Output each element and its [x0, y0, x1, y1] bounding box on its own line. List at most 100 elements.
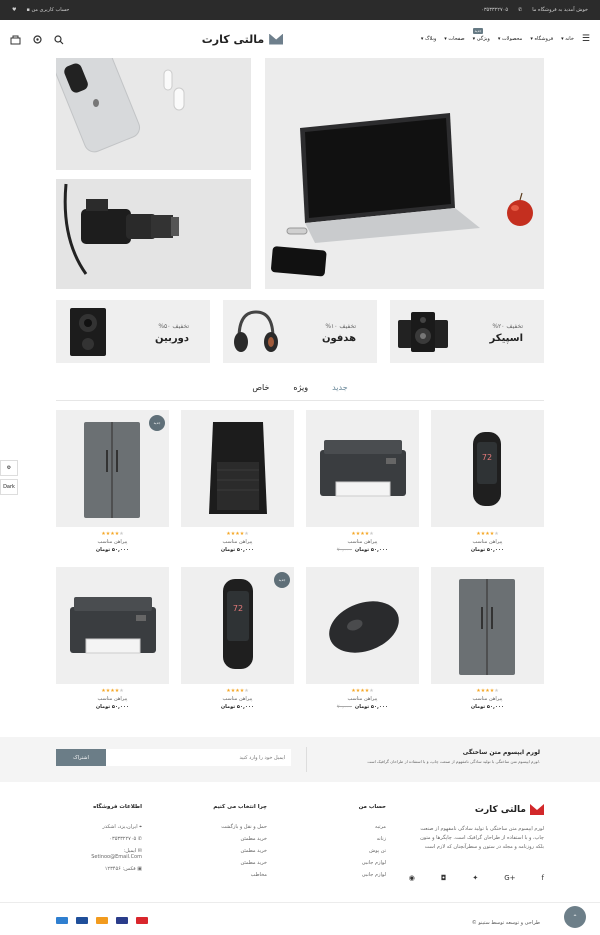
- footer-link[interactable]: مرتبه: [316, 824, 386, 830]
- rss-icon[interactable]: ◉: [409, 874, 415, 882]
- footer-link[interactable]: حمل و نقل و بازگشت: [187, 824, 267, 830]
- arrow-up-icon: ⌃: [572, 913, 578, 921]
- product-card[interactable]: 72 ★★★★★ پیراهن مناسب ۵۰,۰۰۰ تومان: [431, 410, 544, 553]
- svg-text:72: 72: [482, 453, 492, 462]
- product-card[interactable]: ★★★★★ پیراهن مناسب ۵۰,۰۰۰ تومان: [431, 567, 544, 710]
- footer-why: چرا انتخاب می کنیم حمل و نقل و بازگشت خر…: [187, 804, 267, 884]
- logo-mark-icon: [269, 33, 284, 45]
- product-title: پیراهن مناسب: [472, 696, 503, 702]
- payment-methods: [56, 917, 148, 924]
- banner-airpods[interactable]: [56, 58, 251, 170]
- scroll-to-top-button[interactable]: ⌃: [564, 906, 586, 928]
- product-title: پیراهن مناسب: [347, 539, 378, 545]
- newsletter-email-input[interactable]: [106, 749, 291, 766]
- product-card[interactable]: ★★★★★ پیراهن مناسب ۵۰,۰۰۰ تومان۷۰,۰۰۰: [306, 567, 419, 710]
- speaker-box-image: [70, 308, 106, 356]
- menu-icon[interactable]: ☰: [582, 34, 590, 44]
- newsletter: اشتراک لورم ایپسوم متن ساختگی لورم ایپسو…: [0, 737, 600, 782]
- footer-link[interactable]: مخاطب: [187, 872, 267, 878]
- product-stars: ★★★★★: [101, 688, 124, 694]
- product-image: 72 جدید: [181, 567, 294, 684]
- tab-special[interactable]: ویژه: [293, 383, 308, 400]
- product-card[interactable]: جدید ★★★★★ پیراهن مناسب ۵۰,۰۰۰ تومان: [56, 410, 169, 553]
- footer-link[interactable]: تن پوش: [316, 848, 386, 854]
- footer-address: ⌖ ایران،یزد، اشکذر: [102, 824, 142, 830]
- account-link[interactable]: ▪ حساب کاربری من: [26, 7, 69, 13]
- dark-mode-toggle[interactable]: Dark: [0, 479, 18, 495]
- footer-why-title: چرا انتخاب می کنیم: [213, 804, 267, 810]
- settings-toggle[interactable]: ⚙: [0, 460, 18, 476]
- main-nav: ☰ خانه ▾ فروشگاه ▾ محصولات ▾ جدید ویژگی ▾…: [421, 28, 590, 44]
- heart-icon[interactable]: ♥: [12, 7, 16, 13]
- product-stars: ★★★★★: [226, 688, 249, 694]
- google-plus-icon[interactable]: G+: [504, 874, 515, 882]
- product-title: پیراهن مناسب: [222, 696, 253, 702]
- camera-image: [63, 183, 179, 275]
- promo-title: هدفون: [321, 333, 356, 344]
- settings-icon[interactable]: [32, 30, 43, 49]
- product-old-price: ۷۰,۰۰۰: [336, 547, 352, 553]
- gear-icon: ⚙: [6, 465, 12, 471]
- product-card[interactable]: ★★★★★ پیراهن مناسب ۵۰,۰۰۰ تومان۷۰,۰۰۰: [306, 410, 419, 553]
- nav-item-features[interactable]: جدید ویژگی ▾: [472, 28, 490, 42]
- banner-laptop[interactable]: [265, 58, 544, 289]
- twitter-icon[interactable]: ✦: [472, 874, 478, 882]
- product-card[interactable]: 72 جدید ★★★★★ پیراهن مناسب ۵۰,۰۰۰ تومان: [181, 567, 294, 710]
- footer-link[interactable]: لوازم جانبی: [316, 872, 386, 878]
- product-title: پیراهن مناسب: [97, 539, 128, 545]
- nav-item-pages[interactable]: صفحات ▾: [444, 36, 464, 42]
- footer-link[interactable]: لوازم جانبی: [316, 860, 386, 866]
- search-icon[interactable]: [54, 30, 64, 49]
- footer-about-text: لورم ایپسوم متن ساختگی با تولید سادگی نا…: [420, 826, 544, 850]
- footer-link[interactable]: خرید مطمئن: [187, 848, 267, 854]
- paypal-icon: [76, 917, 88, 924]
- logo[interactable]: مالتی کارت: [201, 32, 284, 46]
- cart-icon[interactable]: [10, 30, 21, 49]
- location-icon: ⌖: [137, 824, 142, 830]
- product-card[interactable]: ★★★★★ پیراهن مناسب ۵۰,۰۰۰ تومان: [56, 567, 169, 710]
- instagram-icon[interactable]: ◘: [441, 874, 447, 882]
- product-title: پیراهن مناسب: [222, 539, 253, 545]
- footer-fax: ▣ فکس: ۱۲۳۴۵۶: [104, 866, 142, 872]
- printer-image: [70, 597, 156, 654]
- logo-text: مالتی کارت: [201, 32, 265, 46]
- new-badge: جدید: [274, 572, 290, 588]
- copyright: © طراحی و توسعه توسط ستینو: [471, 920, 540, 926]
- product-old-price: ۷۰,۰۰۰: [336, 704, 352, 710]
- product-image: [431, 567, 544, 684]
- nav-item-blog[interactable]: وبلاگ ▾: [421, 36, 436, 42]
- maestro-icon: [136, 917, 148, 924]
- footer-email: ✉ ایمیل: Setinoo@Email.Com: [91, 848, 142, 860]
- nav-item-home[interactable]: خانه ▾: [561, 36, 574, 42]
- promo-headphones[interactable]: %۱۰ تخفیف هدفون: [223, 300, 377, 363]
- headphones-image: [234, 310, 278, 352]
- newsletter-divider: [306, 747, 307, 772]
- pa-speaker-image: [209, 422, 267, 514]
- footer-link[interactable]: زنانه: [316, 836, 386, 842]
- nav-item-products[interactable]: محصولات ▾: [498, 36, 523, 42]
- promo-camera[interactable]: %۵۰ تخفیف دوربین: [56, 300, 210, 363]
- facebook-icon[interactable]: f: [542, 874, 544, 882]
- subscribe-button[interactable]: اشتراک: [56, 749, 106, 766]
- tab-exclusive[interactable]: خاص: [252, 383, 269, 400]
- banner-camera[interactable]: [56, 179, 251, 289]
- product-stars: ★★★★★: [476, 688, 499, 694]
- product-price: ۵۰,۰۰۰ تومان: [220, 704, 255, 710]
- product-stars: ★★★★★: [351, 531, 374, 537]
- new-badge: جدید: [149, 415, 165, 431]
- promo-speaker[interactable]: %۲۰ تخفیف اسپیکر: [390, 300, 544, 363]
- footer-link[interactable]: خرید مطمئن: [187, 860, 267, 866]
- footer-logo-icon: [530, 804, 544, 815]
- product-price: ۵۰,۰۰۰ تومان: [470, 547, 505, 553]
- mastercard-icon: [96, 917, 108, 924]
- product-card[interactable]: ★★★★★ پیراهن مناسب ۵۰,۰۰۰ تومان: [181, 410, 294, 553]
- nav-item-shop[interactable]: فروشگاه ▾: [530, 36, 553, 42]
- product-price: ۵۰,۰۰۰ تومان: [95, 704, 130, 710]
- tab-new[interactable]: جدید: [332, 383, 348, 400]
- product-image: [306, 567, 419, 684]
- phone-earbuds-image: [56, 58, 185, 153]
- footer-link[interactable]: خرید مطمئن: [187, 836, 267, 842]
- product-stars: ★★★★★: [226, 531, 249, 537]
- visa-icon: [116, 917, 128, 924]
- product-price: ۵۰,۰۰۰ تومان: [470, 704, 505, 710]
